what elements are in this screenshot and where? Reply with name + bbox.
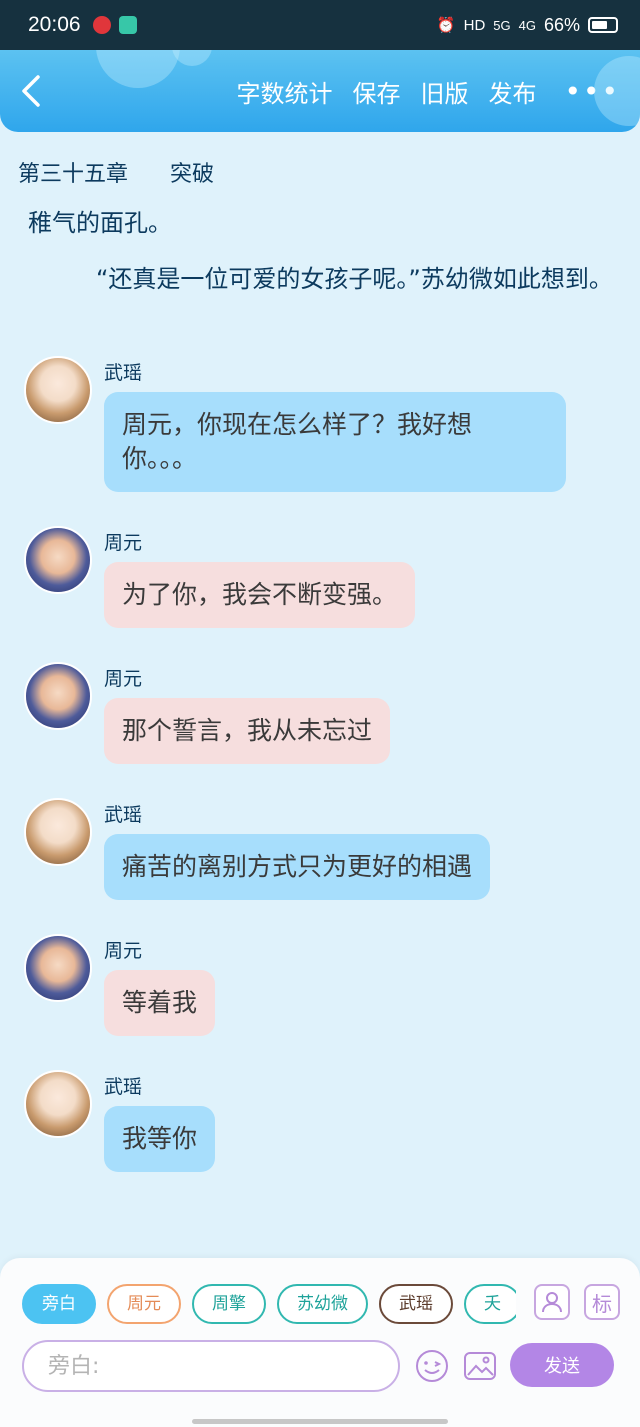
old-version-button[interactable]: 旧版 xyxy=(420,74,468,109)
status-time: 20:06 xyxy=(28,13,81,36)
decor-bubble xyxy=(172,50,212,66)
emoji-icon[interactable] xyxy=(413,1347,451,1385)
chapter-name: 突破 xyxy=(170,162,215,187)
avatar-zhouyuan[interactable] xyxy=(24,526,92,594)
image-icon[interactable] xyxy=(461,1347,499,1385)
message-bubble[interactable]: 为了你，我会不断变强。 xyxy=(104,562,416,628)
dialogue-input[interactable] xyxy=(22,1340,400,1392)
avatar-zhouyuan[interactable] xyxy=(24,934,92,1002)
battery-level xyxy=(592,21,607,29)
role-chip-more[interactable]: 夭 xyxy=(464,1284,516,1324)
role-chip-zhouqing[interactable]: 周擎 xyxy=(192,1284,266,1324)
speaker-name: 武瑶 xyxy=(104,1076,143,1098)
editor-header: 字数统计 保存 旧版 发布 ••• xyxy=(0,50,640,132)
back-button[interactable] xyxy=(20,61,60,121)
avatar-wuyao[interactable] xyxy=(24,356,92,424)
user-card-icon-svg xyxy=(542,1292,562,1313)
message-bubble[interactable]: 痛苦的离别方式只为更好的相遇 xyxy=(104,834,491,900)
decor-bubble xyxy=(96,50,180,88)
narration-line: 稚气的面孔。 xyxy=(28,209,172,237)
message-bubble[interactable]: 那个誓言，我从未忘过 xyxy=(104,698,391,764)
message-bubble[interactable]: 我等你 xyxy=(104,1106,216,1172)
role-chip-wuyao[interactable]: 武瑶 xyxy=(379,1284,453,1324)
avatar-wuyao[interactable] xyxy=(24,798,92,866)
narration-line: “还真是一位可爱的女孩子呢。”苏幼微如此想到。 xyxy=(96,265,613,293)
role-chips: 旁白 周元 周擎 苏幼微 武瑶夭 xyxy=(22,1284,516,1326)
chapter-number: 第三十五章 xyxy=(18,162,129,187)
app-notification-icon xyxy=(118,16,137,34)
role-chip-zhouyuan[interactable]: 周元 xyxy=(107,1284,181,1324)
status-right: ⏰ HD 5G 4G 66% xyxy=(437,15,618,36)
chevron-left-icon xyxy=(22,75,40,107)
speaker-name: 周元 xyxy=(104,940,143,962)
role-chip-narration[interactable]: 旁白 xyxy=(22,1284,96,1324)
role-chip-suyouwei[interactable]: 苏幼微 xyxy=(277,1284,368,1324)
speaker-name: 武瑶 xyxy=(104,362,143,384)
tag-button[interactable]: 标 xyxy=(584,1284,620,1320)
signal-4g-icon: 4G xyxy=(518,17,536,33)
home-indicator[interactable] xyxy=(192,1419,448,1424)
image-icon-svg xyxy=(464,1352,496,1380)
message-bubble[interactable]: 周元，你现在怎么样了？我好想你。。。 xyxy=(104,392,566,492)
speaker-name: 周元 xyxy=(104,668,143,690)
signal-5g-icon: 5G xyxy=(493,17,511,33)
speaker-name: 武瑶 xyxy=(104,804,143,826)
word-count-button[interactable]: 字数统计 xyxy=(236,74,332,109)
send-button[interactable]: 发送 xyxy=(510,1343,614,1387)
notification-icons xyxy=(92,16,137,34)
avatar-zhouyuan[interactable] xyxy=(24,662,92,730)
user-card-icon[interactable] xyxy=(534,1284,570,1320)
battery-icon xyxy=(588,17,618,33)
decor-bubble xyxy=(594,56,640,126)
emoji-icon-svg xyxy=(416,1350,448,1382)
netease-music-icon xyxy=(92,16,111,34)
publish-button[interactable]: 发布 xyxy=(488,74,536,109)
avatar-wuyao[interactable] xyxy=(24,1070,92,1138)
save-button[interactable]: 保存 xyxy=(352,74,400,109)
status-bar: 20:06 ⏰ HD 5G 4G 66% xyxy=(0,0,640,50)
speaker-name: 周元 xyxy=(104,532,143,554)
chapter-title: 第三十五章 突破 xyxy=(18,156,214,188)
alarm-icon: ⏰ xyxy=(436,17,456,34)
message-bubble[interactable]: 等着我 xyxy=(104,970,216,1036)
hd-icon: HD xyxy=(463,16,486,34)
input-panel: 旁白周元周擎苏幼微武瑶夭 标 发送 xyxy=(0,1258,640,1427)
header-actions: 字数统计 保存 旧版 发布 ••• xyxy=(236,74,620,109)
battery-percent: 66% xyxy=(543,14,580,35)
